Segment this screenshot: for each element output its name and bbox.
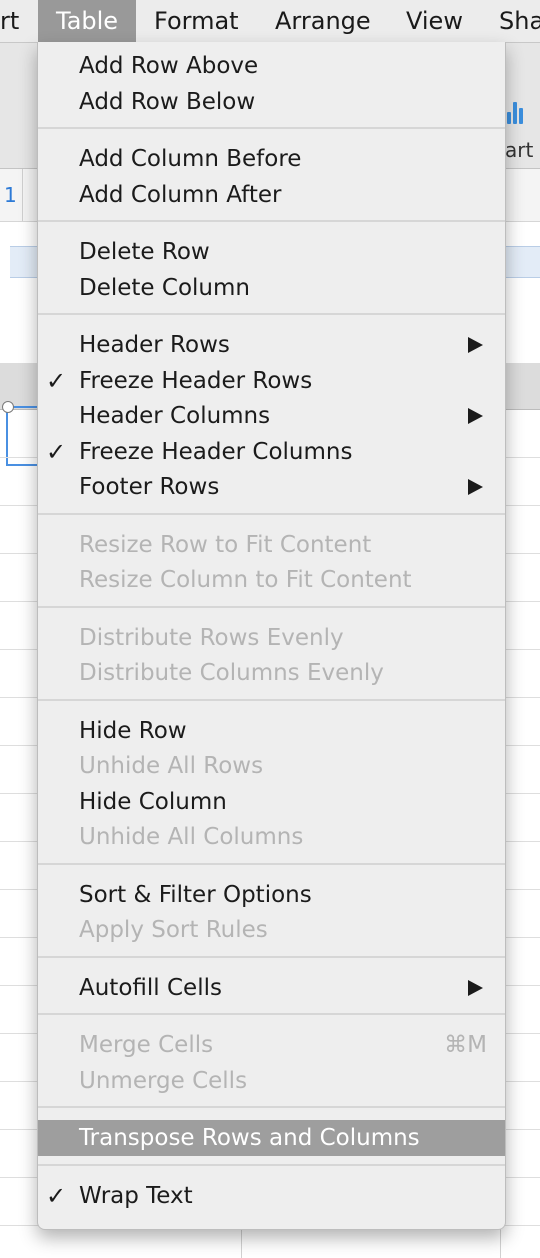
menu-item-add-row-above[interactable]: Add Row Above — [38, 48, 505, 84]
menu-item-hide-row[interactable]: Hide Row — [38, 713, 505, 749]
menu-item-label: Add Row Below — [79, 88, 256, 115]
menu-separator — [38, 1163, 505, 1166]
menu-separator — [38, 1013, 505, 1015]
menu-separator — [38, 313, 505, 315]
menu-item-add-row-below[interactable]: Add Row Below — [38, 84, 505, 120]
menu-item-resize-row-to-fit-content: Resize Row to Fit Content — [38, 527, 505, 563]
menu-item-merge-cells: Merge Cells ⌘M — [38, 1027, 505, 1063]
menu-item-unhide-all-columns: Unhide All Columns — [38, 819, 505, 855]
menu-share[interactable]: Sha — [499, 0, 540, 42]
menu-separator — [38, 220, 505, 222]
menu-item-label: Freeze Header Rows — [79, 367, 313, 394]
menu-item-label: Delete Row — [79, 239, 210, 265]
menu-item-header-rows[interactable]: Header Rows — [38, 327, 505, 363]
menu-item-distribute-columns-evenly: Distribute Columns Evenly — [38, 655, 505, 691]
menu-item-label: Apply Sort Rules — [79, 917, 268, 943]
menu-item-distribute-rows-evenly: Distribute Rows Evenly — [38, 620, 505, 656]
menu-item-label: Resize Column to Fit Content — [79, 567, 412, 593]
menu-separator — [38, 605, 505, 608]
menu-item-freeze-header-columns[interactable]: ✓ Freeze Header Columns — [38, 434, 505, 470]
menu-item-label: Footer Rows — [79, 474, 220, 500]
menu-item-label: Autofill Cells — [79, 974, 222, 1001]
menu-item-delete-column[interactable]: Delete Column — [38, 270, 505, 306]
menu-item-label: Unhide All Columns — [79, 824, 304, 850]
menu-separator — [38, 862, 505, 865]
menu-bar: rt Table Format Arrange View Sha — [0, 0, 540, 43]
menu-item-label: Distribute Columns Evenly — [79, 660, 384, 686]
toolbar-chart-label[interactable]: art — [505, 138, 533, 162]
menu-separator — [38, 127, 505, 129]
menu-item-label: Distribute Rows Evenly — [79, 624, 344, 651]
menu-item-label: Sort & Filter Options — [79, 881, 312, 908]
menu-item-label: Wrap Text — [79, 1182, 193, 1209]
menu-item-unhide-all-rows: Unhide All Rows — [38, 748, 505, 784]
sheet-tab[interactable]: 1 — [4, 183, 17, 207]
menu-separator — [38, 698, 505, 701]
menu-item-label: Add Column After — [79, 181, 282, 208]
menu-item-label: Resize Row to Fit Content — [79, 531, 372, 558]
menu-item-label: Transpose Rows and Columns — [79, 1125, 420, 1151]
menu-item-label: Hide Row — [79, 717, 187, 744]
menu-item-label: Add Row Above — [79, 53, 259, 79]
checkmark-icon: ✓ — [46, 366, 67, 395]
menu-item-autofill-cells[interactable]: Autofill Cells — [38, 970, 505, 1006]
menu-arrange[interactable]: Arrange — [275, 0, 371, 42]
menu-item-delete-row[interactable]: Delete Row — [38, 234, 505, 270]
menu-item-resize-column-to-fit-content: Resize Column to Fit Content — [38, 562, 505, 598]
menu-item-add-column-after[interactable]: Add Column After — [38, 177, 505, 213]
menu-item-header-columns[interactable]: Header Columns — [38, 398, 505, 434]
menu-item-transpose-rows-and-columns[interactable]: Transpose Rows and Columns — [38, 1120, 505, 1156]
selection-handle[interactable] — [2, 401, 14, 413]
checkmark-icon: ✓ — [46, 437, 67, 466]
menu-separator — [38, 955, 505, 958]
menu-item-label: Unmerge Cells — [79, 1067, 248, 1094]
menu-separator — [38, 512, 505, 515]
submenu-arrow-icon — [468, 337, 483, 353]
menu-item-sort-and-filter-options[interactable]: Sort & Filter Options — [38, 877, 505, 913]
keyboard-shortcut: ⌘M — [444, 1032, 487, 1058]
submenu-arrow-icon — [468, 479, 483, 495]
menu-format[interactable]: Format — [154, 0, 239, 42]
menu-item-footer-rows[interactable]: Footer Rows — [38, 469, 505, 505]
menu-item-hide-column[interactable]: Hide Column — [38, 784, 505, 820]
menu-item-label: Hide Column — [79, 788, 227, 815]
menu-item-label: Header Rows — [79, 332, 230, 358]
menu-view[interactable]: View — [406, 0, 463, 42]
menu-item-label: Freeze Header Columns — [79, 438, 353, 465]
menu-item-label: Add Column Before — [79, 146, 302, 172]
menu-table[interactable]: Table — [38, 0, 137, 42]
chart-icon[interactable] — [507, 98, 523, 124]
menu-item-apply-sort-rules: Apply Sort Rules — [38, 912, 505, 948]
menu-item-unmerge-cells: Unmerge Cells — [38, 1063, 505, 1099]
checkmark-icon: ✓ — [46, 1181, 67, 1210]
menu-item-wrap-text[interactable]: ✓ Wrap Text — [38, 1178, 505, 1214]
menu-item-label: Header Columns — [79, 403, 271, 429]
menu-item-label: Delete Column — [79, 274, 250, 301]
menu-item-freeze-header-rows[interactable]: ✓ Freeze Header Rows — [38, 363, 505, 399]
menu-separator — [38, 1106, 505, 1108]
table-menu: Add Row Above Add Row Below Add Column Bef… — [37, 42, 506, 1230]
menu-item-label: Merge Cells — [79, 1032, 214, 1058]
tab-divider — [22, 169, 23, 221]
menu-item-add-column-before[interactable]: Add Column Before — [38, 141, 505, 177]
submenu-arrow-icon — [468, 408, 483, 424]
menu-insert[interactable]: rt — [0, 0, 19, 42]
submenu-arrow-icon — [468, 979, 483, 996]
menu-item-label: Unhide All Rows — [79, 753, 264, 779]
